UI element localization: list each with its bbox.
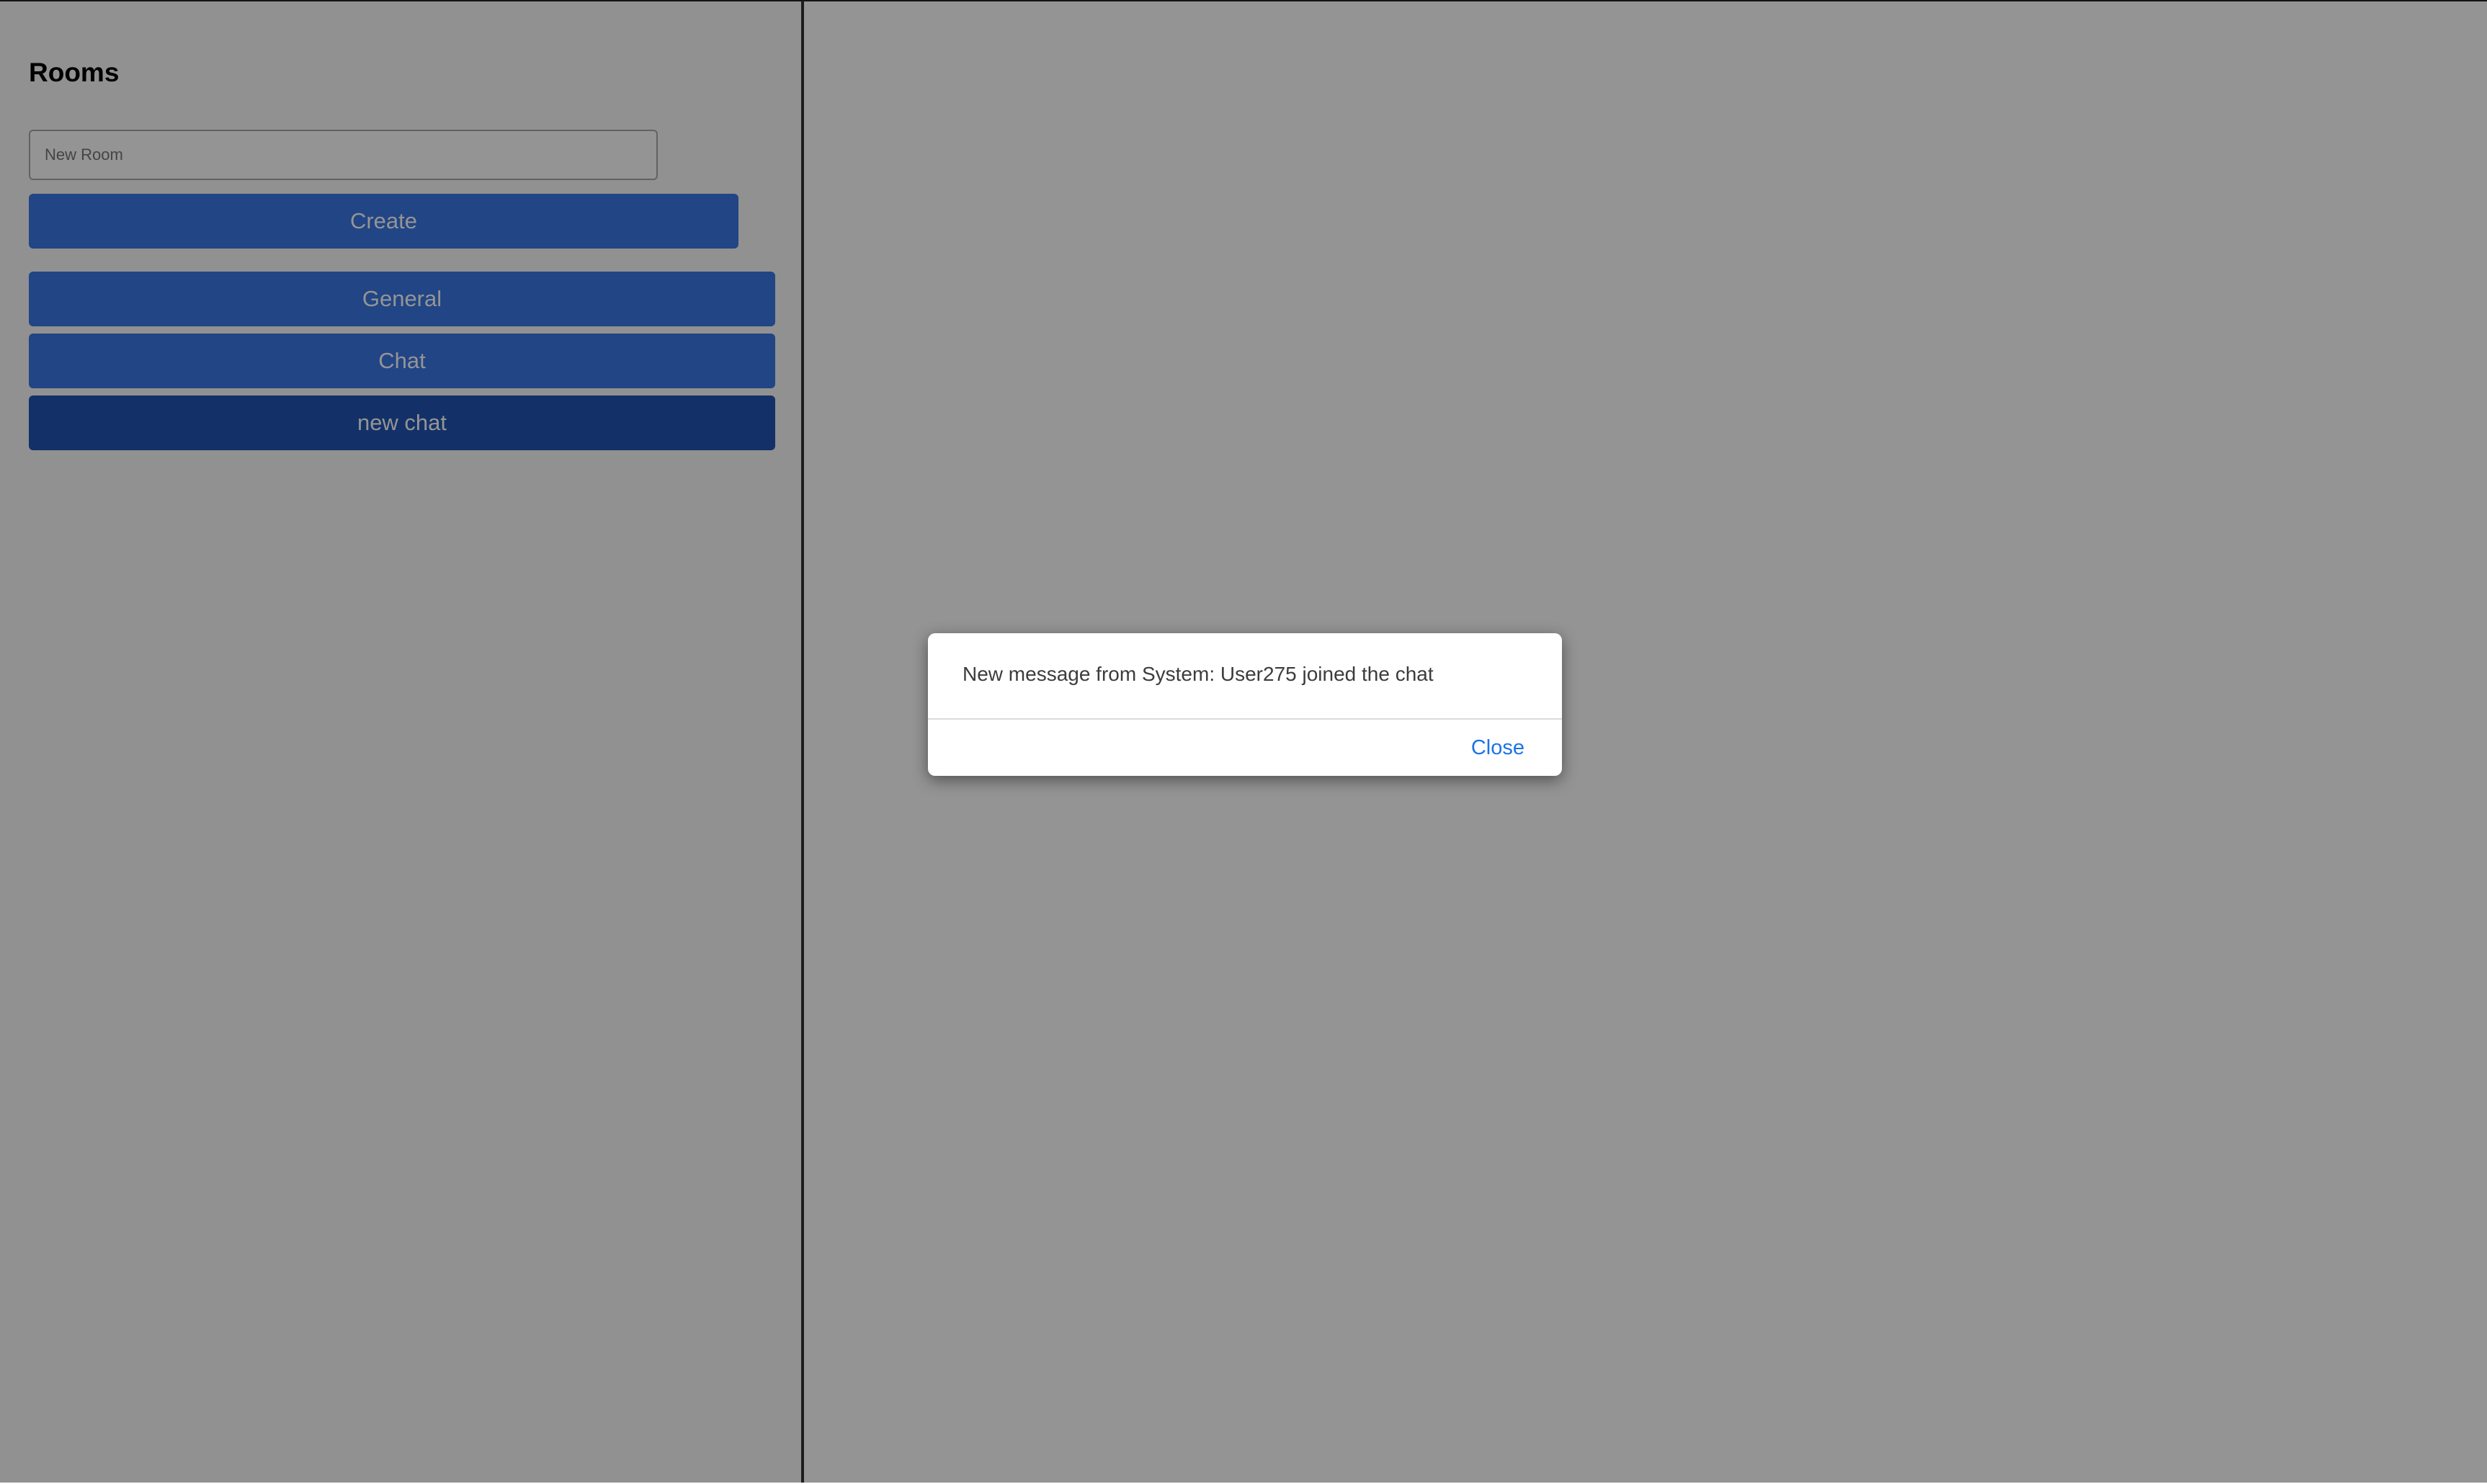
close-button[interactable]: Close	[1471, 736, 1524, 760]
dialog-footer: Close	[928, 720, 1562, 776]
alert-dialog: New message from System: User275 joined …	[928, 633, 1562, 776]
dialog-message: New message from System: User275 joined …	[963, 663, 1434, 685]
